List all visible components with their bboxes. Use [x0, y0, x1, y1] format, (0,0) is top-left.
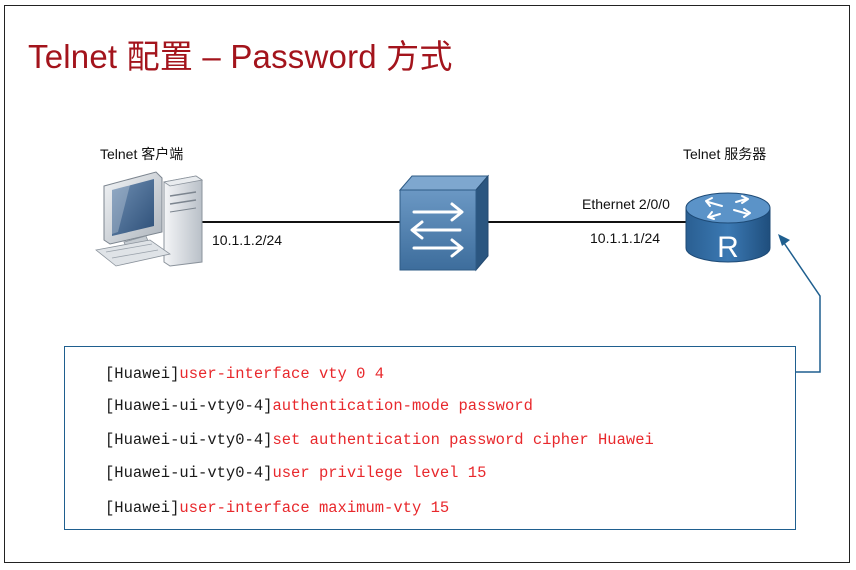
command-line: [Huawei]user-interface maximum-vty 15 — [105, 499, 449, 517]
command-line: [Huawei-ui-vty0-4]user privilege level 1… — [105, 464, 486, 482]
command-prompt: [Huawei] — [105, 499, 180, 517]
server-interface: Ethernet 2/0/0 — [582, 196, 670, 212]
router-icon: R — [685, 192, 771, 264]
server-ip: 10.1.1.1/24 — [590, 230, 661, 246]
command-text: user privilege level 15 — [272, 464, 487, 482]
command-line: [Huawei]user-interface vty 0 4 — [105, 365, 384, 383]
command-prompt: [Huawei-ui-vty0-4] — [105, 464, 273, 482]
desktop-computer-icon — [95, 171, 204, 267]
switch-icon — [398, 174, 490, 272]
command-line: [Huawei-ui-vty0-4]set authentication pas… — [105, 431, 654, 449]
command-text: set authentication password cipher Huawe… — [272, 431, 654, 449]
server-label: Telnet 服务器 — [683, 146, 767, 162]
router-letter: R — [717, 231, 739, 264]
command-box: [Huawei]user-interface vty 0 4 [Huawei-u… — [64, 346, 796, 530]
client-label: Telnet 客户端 — [100, 146, 184, 162]
command-prompt: [Huawei-ui-vty0-4] — [105, 397, 273, 415]
command-text: user-interface maximum-vty 15 — [179, 499, 450, 517]
command-text: user-interface vty 0 4 — [179, 365, 385, 383]
command-line: [Huawei-ui-vty0-4]authentication-mode pa… — [105, 397, 533, 415]
client-ip: 10.1.1.2/24 — [212, 232, 283, 248]
command-prompt: [Huawei] — [105, 365, 180, 383]
command-text: authentication-mode password — [272, 397, 533, 415]
command-prompt: [Huawei-ui-vty0-4] — [105, 431, 273, 449]
